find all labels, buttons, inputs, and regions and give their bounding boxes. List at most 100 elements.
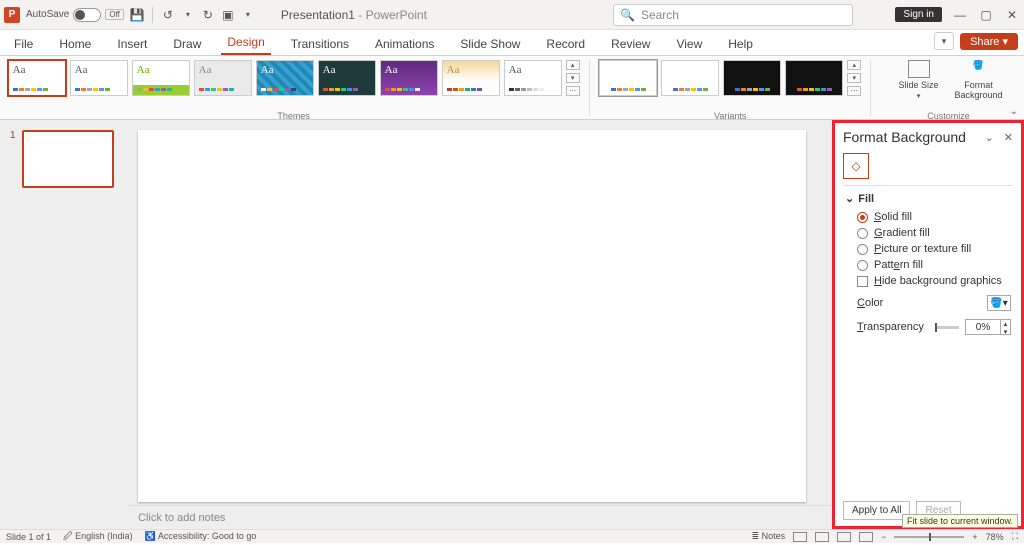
search-input[interactable]: 🔍 Search: [613, 4, 853, 26]
variant-thumb-1[interactable]: [599, 60, 657, 96]
variant-thumb-4[interactable]: [785, 60, 843, 96]
slide-sorter-view-button[interactable]: [815, 532, 829, 542]
theme-thumb-4[interactable]: Aa: [194, 60, 252, 96]
theme-thumb-3[interactable]: Aa: [132, 60, 190, 96]
redo-icon[interactable]: ↻: [201, 8, 215, 22]
signin-button[interactable]: Sign in: [895, 7, 942, 22]
notes-placeholder: Click to add notes: [138, 512, 225, 524]
theme-thumb-9[interactable]: Aa: [504, 60, 562, 96]
checkbox-hide-bg-graphics[interactable]: Hide background graphics: [857, 275, 1011, 287]
transparency-value[interactable]: 0%: [965, 319, 1001, 335]
fit-to-window-tooltip: Fit slide to current window.: [902, 514, 1018, 528]
theme-thumb-8[interactable]: Aa: [442, 60, 500, 96]
search-icon: 🔍: [620, 8, 635, 22]
radio-pattern-fill[interactable]: Pattern fill: [857, 259, 1011, 271]
status-language[interactable]: 🖉 English (India): [63, 529, 133, 545]
status-slide-count[interactable]: Slide 1 of 1: [6, 532, 51, 542]
format-background-icon: 🪣: [968, 60, 990, 78]
tab-design[interactable]: Design: [221, 31, 270, 55]
tab-insert[interactable]: Insert: [111, 33, 153, 55]
normal-view-button[interactable]: [793, 532, 807, 542]
canvas-area[interactable]: [128, 120, 832, 505]
slide-canvas[interactable]: [138, 130, 806, 502]
customize-group: Slide Size▾ 🪣 Format Background Customiz…: [879, 60, 1018, 120]
variant-thumb-2[interactable]: [661, 60, 719, 96]
zoom-out-button[interactable]: −: [881, 532, 886, 542]
title-bar: P AutoSave Off 💾 ↺ ▾ ↻ ▣ ▾ Presentation1…: [0, 0, 1024, 30]
transparency-slider[interactable]: [935, 326, 959, 329]
fill-section-toggle[interactable]: ⌄Fill: [845, 192, 1011, 205]
pane-header: Format Background ⌄ ✕: [835, 123, 1021, 151]
zoom-slider[interactable]: [894, 536, 964, 538]
collapse-ribbon-icon[interactable]: ⌄: [1010, 106, 1018, 117]
format-background-button[interactable]: 🪣 Format Background: [954, 60, 1004, 100]
notes-toggle-button[interactable]: ≣ Notes: [752, 531, 786, 542]
start-slideshow-icon[interactable]: ▣: [221, 8, 235, 22]
tab-help[interactable]: Help: [722, 33, 759, 55]
fill-section: ⌄Fill Solid fill Gradient fill Picture o…: [835, 186, 1021, 341]
slide-thumbnail-1[interactable]: [22, 130, 114, 188]
chevron-down-icon: ⌄: [845, 192, 854, 205]
radio-solid-fill[interactable]: Solid fill: [857, 211, 1011, 223]
apply-to-all-button[interactable]: Apply to All: [843, 501, 910, 520]
radio-picture-fill[interactable]: Picture or texture fill: [857, 243, 1011, 255]
notes-panel[interactable]: Click to add notes: [128, 505, 832, 529]
tab-view[interactable]: View: [670, 33, 708, 55]
theme-thumb-2[interactable]: Aa: [70, 60, 128, 96]
undo-dropdown-icon[interactable]: ▾: [181, 8, 195, 22]
radio-gradient-fill[interactable]: Gradient fill: [857, 227, 1011, 239]
zoom-level[interactable]: 78%: [986, 532, 1004, 542]
transparency-spinner[interactable]: ▴▾: [1001, 319, 1011, 335]
fill-category-icon[interactable]: ◇: [843, 153, 869, 179]
toggle-icon[interactable]: [73, 8, 101, 22]
search-placeholder: Search: [641, 8, 679, 22]
theme-thumb-1[interactable]: Aa: [8, 60, 66, 96]
slide-thumbnails-panel[interactable]: 1: [0, 120, 128, 529]
variant-thumb-3[interactable]: [723, 60, 781, 96]
share-button[interactable]: Share ▾: [960, 33, 1018, 50]
tab-home[interactable]: Home: [53, 33, 97, 55]
save-icon[interactable]: 💾: [130, 8, 144, 22]
radio-icon: [857, 244, 868, 255]
pane-close-icon[interactable]: ✕: [1004, 131, 1013, 144]
slide-size-button[interactable]: Slide Size▾: [894, 60, 944, 100]
variants-gallery-more[interactable]: ▴▾⋯: [847, 60, 861, 96]
autosave-state: Off: [105, 9, 124, 20]
ribbon-tabs: File Home Insert Draw Design Transitions…: [0, 30, 1024, 56]
zoom-in-button[interactable]: +: [972, 532, 977, 542]
radio-icon: [857, 260, 868, 271]
maximize-button[interactable]: ▢: [978, 8, 994, 22]
color-control: Color 🪣▾: [857, 295, 1011, 311]
undo-icon[interactable]: ↺: [161, 8, 175, 22]
pane-category-row: ◇: [835, 151, 1021, 185]
theme-thumb-5[interactable]: Aa: [256, 60, 314, 96]
tab-file[interactable]: File: [8, 33, 39, 55]
ribbon-display-options[interactable]: ▾: [934, 32, 954, 50]
workspace: 1 Click to add notes Format Background ⌄…: [0, 120, 1024, 529]
reading-view-button[interactable]: [837, 532, 851, 542]
color-label: Color: [857, 297, 929, 309]
group-separator-2: [870, 60, 871, 116]
tab-review[interactable]: Review: [605, 33, 656, 55]
tab-slideshow[interactable]: Slide Show: [454, 33, 526, 55]
tab-record[interactable]: Record: [540, 33, 591, 55]
slide-editor: Click to add notes: [128, 120, 832, 529]
autosave-toggle[interactable]: AutoSave Off: [26, 8, 124, 22]
theme-thumb-7[interactable]: Aa: [380, 60, 438, 96]
pane-options-icon[interactable]: ⌄: [985, 131, 994, 144]
tab-animations[interactable]: Animations: [369, 33, 440, 55]
qat-more-icon[interactable]: ▾: [241, 8, 255, 22]
document-title: Presentation1 - PowerPoint: [281, 8, 427, 22]
slideshow-view-button[interactable]: [859, 532, 873, 542]
status-accessibility[interactable]: ♿ Accessibility: Good to go: [145, 531, 257, 542]
minimize-button[interactable]: ―: [952, 8, 968, 22]
theme-thumb-6[interactable]: Aa: [318, 60, 376, 96]
tab-draw[interactable]: Draw: [167, 33, 207, 55]
fit-to-window-button[interactable]: ⛶: [1012, 531, 1018, 542]
close-button[interactable]: ✕: [1004, 8, 1020, 22]
themes-gallery-more[interactable]: ▴▾⋯: [566, 60, 580, 96]
status-bar: Slide 1 of 1 🖉 English (India) ♿ Accessi…: [0, 529, 1024, 543]
color-picker-button[interactable]: 🪣▾: [987, 295, 1011, 311]
tab-transitions[interactable]: Transitions: [285, 33, 355, 55]
radio-icon: [857, 228, 868, 239]
